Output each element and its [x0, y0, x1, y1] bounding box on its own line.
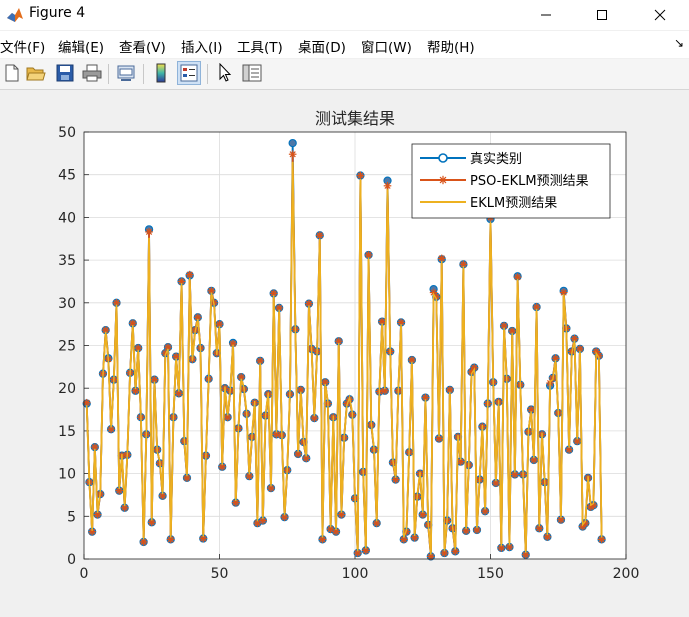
print-icon: [82, 64, 102, 82]
menu-tools[interactable]: 工具(T): [237, 36, 283, 56]
y-tick-label: 50: [58, 125, 76, 141]
open-file-button[interactable]: [24, 61, 48, 85]
x-tick-label: 100: [342, 566, 369, 582]
title-bar: Figure 4: [0, 0, 689, 30]
link-plot-icon: [117, 65, 135, 81]
insert-colorbar-icon: [156, 63, 166, 83]
window-title: Figure 4: [29, 5, 86, 21]
insert-legend-button[interactable]: [177, 61, 201, 85]
edit-plot-arrow-icon: [219, 63, 232, 82]
dock-arrow-icon[interactable]: ↘: [674, 36, 684, 50]
menu-insert[interactable]: 插入(I): [181, 36, 223, 56]
close-icon: [654, 9, 666, 21]
y-tick-label: 40: [58, 210, 76, 226]
legend-star-marker: [438, 175, 448, 185]
x-tick-label: 200: [613, 566, 640, 582]
pso-eklm-marker: [383, 182, 392, 190]
y-tick-label: 45: [58, 168, 76, 184]
menu-bar: 文件(F) 编辑(E) 查看(V) 插入(I) 工具(T) 桌面(D) 窗口(W…: [0, 31, 689, 58]
toolbar-separator: [207, 64, 208, 84]
pso-eklm-marker: [356, 171, 365, 180]
insert-colorbar-button[interactable]: [149, 61, 173, 85]
new-figure-icon: [5, 64, 19, 82]
menu-desktop[interactable]: 桌面(D): [298, 36, 346, 56]
y-tick-label: 35: [58, 253, 76, 269]
menu-window[interactable]: 窗口(W): [361, 36, 412, 56]
legend-label: 真实类别: [470, 152, 522, 167]
toolbar-separator: [108, 64, 109, 84]
legend[interactable]: 真实类别 PSO-EKLM预测结果 EKLM预测结果: [411, 143, 611, 219]
plot-svg[interactable]: 0 50 100 150 200 0 5 10 15 20 25 30 35 40 45 50 测试集结果 真…: [0, 90, 689, 617]
legend-label: PSO-EKLM预测结果: [470, 174, 589, 189]
legend-circle-marker: [438, 153, 448, 163]
y-tick-label: 30: [58, 296, 76, 312]
x-tick-label: 50: [211, 566, 229, 582]
matlab-logo-icon: [7, 8, 23, 22]
y-tick-label: 0: [67, 552, 76, 568]
new-figure-button[interactable]: [0, 61, 24, 85]
figure-toolbar: [0, 59, 689, 90]
menu-view[interactable]: 查看(V): [119, 36, 166, 56]
menu-edit[interactable]: 编辑(E): [58, 36, 104, 56]
save-icon: [56, 64, 74, 82]
pso-eklm-marker: [288, 150, 297, 159]
true-value-marker: [288, 138, 297, 148]
pso-eklm-marker: [145, 228, 153, 236]
open-file-icon: [26, 67, 46, 81]
menu-help[interactable]: 帮助(H): [427, 36, 475, 56]
y-tick-label: 25: [58, 339, 76, 355]
y-tick-label: 10: [58, 467, 76, 483]
y-tick-label: 20: [58, 381, 76, 397]
property-inspector-button[interactable]: [240, 61, 264, 85]
minimize-icon: [541, 14, 551, 16]
link-plot-button[interactable]: [114, 61, 138, 85]
close-button[interactable]: [631, 0, 689, 30]
pso-eklm-marker: [185, 270, 194, 279]
property-inspector-icon: [242, 64, 262, 82]
toolbar-separator: [143, 64, 144, 84]
maximize-button[interactable]: [573, 0, 631, 30]
y-tick-label: 5: [67, 509, 76, 525]
pso-eklm-marker: [315, 231, 324, 240]
x-tick-label: 0: [80, 566, 89, 582]
chart-title: 测试集结果: [315, 109, 395, 128]
maximize-icon: [597, 10, 607, 20]
minimize-button[interactable]: [517, 0, 575, 30]
print-button[interactable]: [80, 61, 104, 85]
figure-canvas: 0 50 100 150 200 0 5 10 15 20 25 30 35 40 45 50 测试集结果 真…: [0, 90, 689, 617]
legend-label: EKLM预测结果: [470, 196, 557, 211]
x-tick-label: 150: [477, 566, 504, 582]
save-button[interactable]: [53, 61, 77, 85]
menu-file[interactable]: 文件(F): [0, 36, 45, 56]
insert-legend-icon: [180, 64, 198, 82]
y-tick-label: 15: [58, 424, 76, 440]
edit-plot-button[interactable]: [213, 61, 237, 85]
